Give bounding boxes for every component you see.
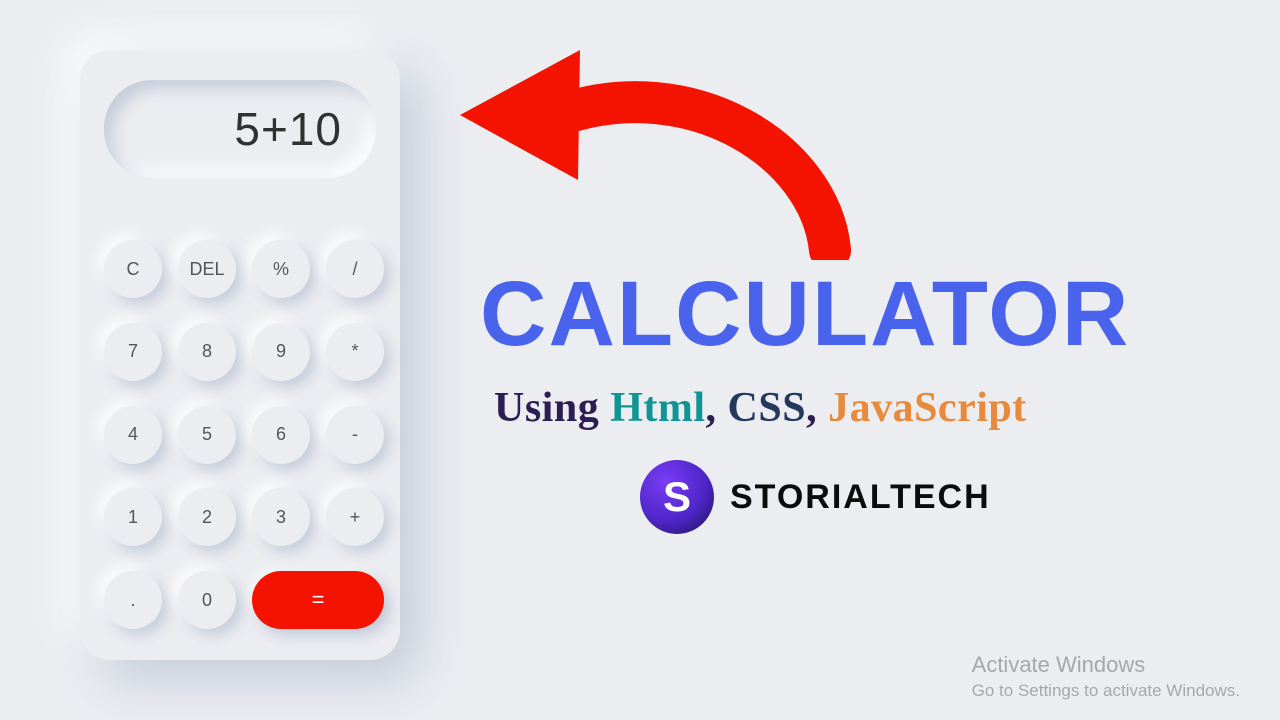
key-divide[interactable]: /: [326, 240, 384, 298]
key-multiply[interactable]: *: [326, 323, 384, 381]
key-seven[interactable]: 7: [104, 323, 162, 381]
key-nine[interactable]: 9: [252, 323, 310, 381]
calculator-display: 5+10: [104, 80, 376, 178]
key-minus[interactable]: -: [326, 406, 384, 464]
activate-windows-watermark: Activate Windows Go to Settings to activ…: [972, 651, 1240, 702]
key-one[interactable]: 1: [104, 488, 162, 546]
key-plus[interactable]: +: [326, 488, 384, 546]
brand-logo: S STORIALTECH: [640, 460, 991, 534]
calculator: 5+10 C DEL % / 7 8 9 * 4 5 6 - 1 2 3 + .…: [80, 50, 400, 660]
key-zero[interactable]: 0: [178, 571, 236, 629]
key-six[interactable]: 6: [252, 406, 310, 464]
key-clear[interactable]: C: [104, 240, 162, 298]
key-two[interactable]: 2: [178, 488, 236, 546]
curved-arrow-icon: [460, 40, 870, 260]
key-equals[interactable]: =: [252, 571, 384, 629]
comma-2: ,: [806, 385, 817, 431]
word-css: CSS: [728, 385, 807, 431]
watermark-line2: Go to Settings to activate Windows.: [972, 680, 1240, 702]
word-using: Using: [494, 385, 599, 431]
key-three[interactable]: 3: [252, 488, 310, 546]
word-js: JavaScript: [828, 385, 1027, 431]
key-delete[interactable]: DEL: [178, 240, 236, 298]
comma-1: ,: [706, 385, 717, 431]
key-eight[interactable]: 8: [178, 323, 236, 381]
brand-name: STORIALTECH: [730, 478, 991, 517]
key-dot[interactable]: .: [104, 571, 162, 629]
word-html: Html: [610, 385, 705, 431]
headline-text: CALCULATOR: [480, 262, 1130, 367]
calculator-keypad: C DEL % / 7 8 9 * 4 5 6 - 1 2 3 + . 0 =: [104, 240, 376, 634]
brand-badge-icon: S: [640, 460, 714, 534]
watermark-line1: Activate Windows: [972, 651, 1240, 680]
key-five[interactable]: 5: [178, 406, 236, 464]
key-four[interactable]: 4: [104, 406, 162, 464]
subtitle-text: Using Html, CSS, JavaScript: [494, 384, 1027, 432]
key-percent[interactable]: %: [252, 240, 310, 298]
